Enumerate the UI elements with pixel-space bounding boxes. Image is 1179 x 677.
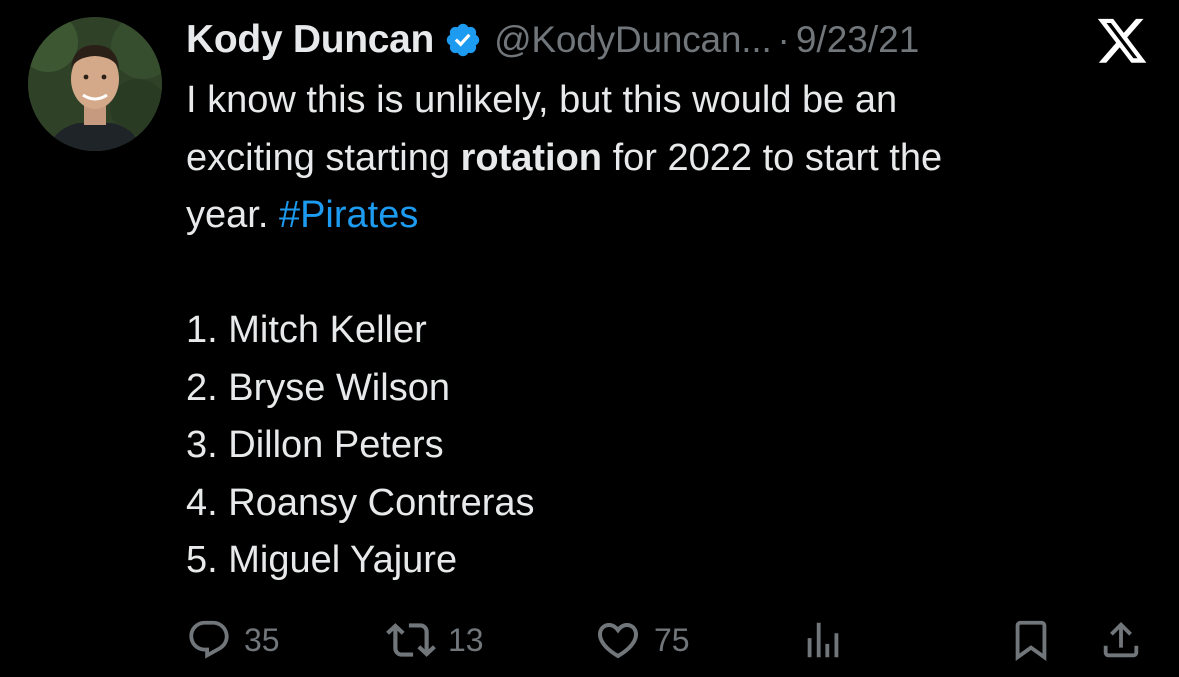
tweet-text-segment: exciting starting (186, 136, 461, 179)
reply-icon (186, 617, 232, 663)
tweet-date[interactable]: 9/23/21 (796, 19, 919, 61)
analytics-icon (800, 617, 846, 663)
avatar[interactable] (28, 17, 162, 151)
list-item: 4. Roansy Contreras (186, 481, 535, 524)
avatar-photo (28, 17, 162, 151)
tweet-header: Kody Duncan @KodyDuncan... · 9/23/21 (186, 14, 919, 66)
retweet-button[interactable]: 13 (386, 612, 484, 668)
tweet-text-line-2: exciting starting rotation for 2022 to s… (186, 130, 1156, 188)
like-count: 75 (654, 621, 690, 658)
tweet-text-line-1: I know this is unlikely, but this would … (186, 79, 898, 121)
retweet-count: 13 (448, 621, 484, 658)
separator-dot: · (777, 19, 790, 60)
share-icon (1098, 617, 1144, 663)
tweet-text-line-3: year. #Pirates (186, 187, 1156, 245)
heart-icon (594, 616, 642, 664)
tweet-text: I know this is unlikely, but this would … (186, 72, 1156, 590)
x-logo-icon[interactable] (1095, 18, 1149, 68)
bookmark-button[interactable] (1008, 612, 1054, 668)
tweet-text-bold: rotation (460, 136, 603, 179)
list-item: 2. Bryse Wilson (186, 366, 450, 409)
tweet-text-segment: year. (186, 194, 279, 236)
like-button[interactable]: 75 (594, 612, 690, 668)
share-button[interactable] (1098, 612, 1144, 668)
reply-count: 35 (244, 621, 280, 658)
bookmark-icon (1008, 617, 1054, 663)
tweet-actions: 35 13 75 (186, 612, 1146, 668)
rotation-list: 1. Mitch Keller 2. Bryse Wilson 3. Dillo… (186, 302, 1156, 590)
tweet-text-segment: for 2022 to start the (602, 136, 943, 179)
hashtag-link[interactable]: #Pirates (279, 194, 418, 236)
retweet-icon (386, 615, 436, 665)
author-handle[interactable]: @KodyDuncan... (494, 19, 772, 61)
views-button[interactable] (800, 612, 846, 668)
author-name[interactable]: Kody Duncan (186, 18, 434, 62)
reply-button[interactable]: 35 (186, 612, 280, 668)
list-item: 3. Dillon Peters (186, 424, 444, 466)
list-item: 5. Miguel Yajure (186, 539, 458, 581)
list-item: 1. Mitch Keller (186, 309, 427, 351)
verified-badge-icon (444, 21, 482, 59)
